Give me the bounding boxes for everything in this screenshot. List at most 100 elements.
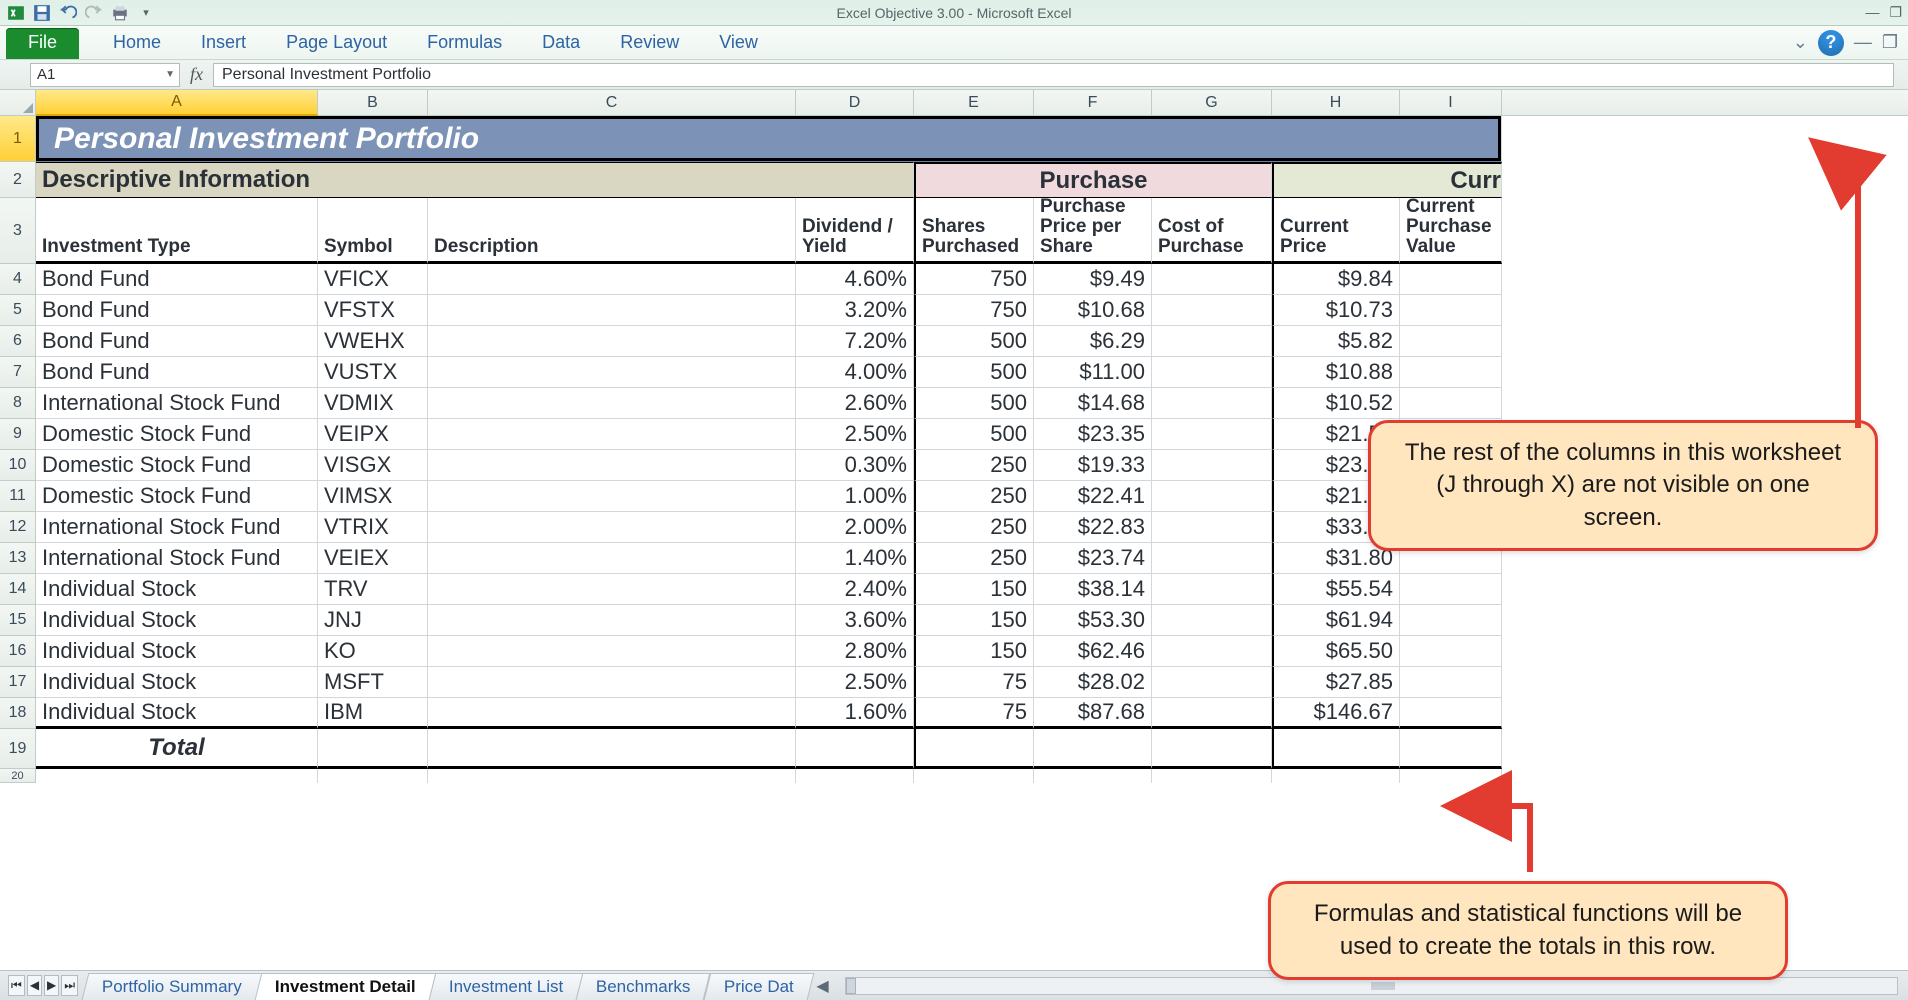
- cell[interactable]: [796, 769, 914, 783]
- cell[interactable]: 0.30%: [796, 450, 914, 481]
- cell[interactable]: 750: [914, 295, 1034, 326]
- cell[interactable]: [1400, 388, 1502, 419]
- cell[interactable]: 750: [914, 264, 1034, 295]
- cell[interactable]: 75: [914, 667, 1034, 698]
- cell[interactable]: Curr: [1272, 162, 1502, 198]
- row-header[interactable]: 3: [0, 198, 36, 264]
- cell[interactable]: $53.30: [1034, 605, 1152, 636]
- cell[interactable]: [428, 481, 796, 512]
- ribbon-tab-data[interactable]: Data: [522, 26, 600, 59]
- sheet-nav-first-icon[interactable]: ⏮: [8, 975, 25, 996]
- cell[interactable]: Individual Stock: [36, 605, 318, 636]
- cell[interactable]: [1152, 326, 1272, 357]
- cell[interactable]: [1400, 698, 1502, 729]
- ribbon-tab-home[interactable]: Home: [93, 26, 181, 59]
- cell[interactable]: [428, 769, 796, 783]
- cell[interactable]: Bond Fund: [36, 264, 318, 295]
- cell[interactable]: $11.00: [1034, 357, 1152, 388]
- cell[interactable]: [796, 729, 914, 769]
- cell[interactable]: 150: [914, 574, 1034, 605]
- cell[interactable]: VISGX: [318, 450, 428, 481]
- column-header-B[interactable]: B: [318, 90, 428, 116]
- row-header[interactable]: 8: [0, 388, 36, 419]
- file-tab[interactable]: File: [6, 28, 79, 59]
- cell[interactable]: $55.54: [1272, 574, 1400, 605]
- cell[interactable]: [428, 512, 796, 543]
- ribbon-tab-insert[interactable]: Insert: [181, 26, 266, 59]
- cell[interactable]: 3.60%: [796, 605, 914, 636]
- column-header-I[interactable]: I: [1400, 90, 1502, 116]
- cell[interactable]: $23.35: [1034, 419, 1152, 450]
- cell[interactable]: 2.60%: [796, 388, 914, 419]
- cell[interactable]: $146.67: [1272, 698, 1400, 729]
- ribbon-tab-pagelayout[interactable]: Page Layout: [266, 26, 407, 59]
- window-restore-icon[interactable]: ❐: [1882, 32, 1898, 53]
- cell[interactable]: [1400, 667, 1502, 698]
- cell[interactable]: 500: [914, 419, 1034, 450]
- cell[interactable]: [1152, 357, 1272, 388]
- quickprint-icon[interactable]: [110, 3, 130, 23]
- column-header-A[interactable]: A: [36, 90, 318, 116]
- cell[interactable]: [914, 729, 1034, 769]
- formula-input[interactable]: Personal Investment Portfolio: [213, 63, 1894, 87]
- cell[interactable]: International Stock Fund: [36, 543, 318, 574]
- cell[interactable]: Total: [36, 729, 318, 769]
- row-header[interactable]: 13: [0, 543, 36, 574]
- ribbon-minimize-icon[interactable]: ⌄: [1793, 32, 1808, 53]
- cell[interactable]: 2.40%: [796, 574, 914, 605]
- row-header[interactable]: 9: [0, 419, 36, 450]
- cell[interactable]: 1.60%: [796, 698, 914, 729]
- cell[interactable]: 3.20%: [796, 295, 914, 326]
- cell[interactable]: VWEHX: [318, 326, 428, 357]
- cell[interactable]: [1400, 264, 1502, 295]
- cell[interactable]: [1152, 574, 1272, 605]
- row-header[interactable]: 12: [0, 512, 36, 543]
- cell[interactable]: 2.50%: [796, 419, 914, 450]
- cell[interactable]: Individual Stock: [36, 636, 318, 667]
- cell[interactable]: 1.40%: [796, 543, 914, 574]
- cell[interactable]: [1152, 512, 1272, 543]
- cell[interactable]: Individual Stock: [36, 574, 318, 605]
- cell[interactable]: [428, 543, 796, 574]
- cell[interactable]: TRV: [318, 574, 428, 605]
- column-label-D[interactable]: Dividend / Yield: [796, 198, 914, 264]
- cell[interactable]: 2.50%: [796, 667, 914, 698]
- row-header[interactable]: 2: [0, 162, 36, 198]
- cell[interactable]: $61.94: [1272, 605, 1400, 636]
- row-header[interactable]: 4: [0, 264, 36, 295]
- cell[interactable]: Individual Stock: [36, 667, 318, 698]
- cell[interactable]: [428, 450, 796, 481]
- cell[interactable]: [428, 667, 796, 698]
- cell[interactable]: VIMSX: [318, 481, 428, 512]
- minimize-icon[interactable]: —: [1865, 4, 1879, 21]
- cell[interactable]: [428, 264, 796, 295]
- undo-icon[interactable]: [58, 3, 78, 23]
- cell[interactable]: [1400, 636, 1502, 667]
- cell[interactable]: $19.33: [1034, 450, 1152, 481]
- cell[interactable]: 150: [914, 636, 1034, 667]
- column-header-D[interactable]: D: [796, 90, 914, 116]
- column-label-C[interactable]: Description: [428, 198, 796, 264]
- cell[interactable]: 4.60%: [796, 264, 914, 295]
- cell[interactable]: $14.68: [1034, 388, 1152, 419]
- row-header[interactable]: 1: [0, 116, 36, 162]
- sheet-nav-last-icon[interactable]: ⏭: [61, 975, 78, 996]
- cell[interactable]: 2.00%: [796, 512, 914, 543]
- qat-customize-icon[interactable]: ▾: [136, 3, 156, 23]
- row-header[interactable]: 7: [0, 357, 36, 388]
- row-header[interactable]: 11: [0, 481, 36, 512]
- column-label-H[interactable]: Current Price: [1272, 198, 1400, 264]
- cell[interactable]: VEIPX: [318, 419, 428, 450]
- cell[interactable]: [1152, 769, 1272, 783]
- cell[interactable]: [428, 729, 796, 769]
- cell[interactable]: [1152, 481, 1272, 512]
- cell[interactable]: [1400, 326, 1502, 357]
- column-label-I[interactable]: Current Purchase Value: [1400, 198, 1502, 264]
- cell[interactable]: $22.41: [1034, 481, 1152, 512]
- cell[interactable]: [1152, 698, 1272, 729]
- cell[interactable]: [1152, 543, 1272, 574]
- row-header[interactable]: 17: [0, 667, 36, 698]
- sheet-tab[interactable]: Portfolio Summary: [82, 973, 263, 1000]
- cell[interactable]: 250: [914, 481, 1034, 512]
- row-header[interactable]: 6: [0, 326, 36, 357]
